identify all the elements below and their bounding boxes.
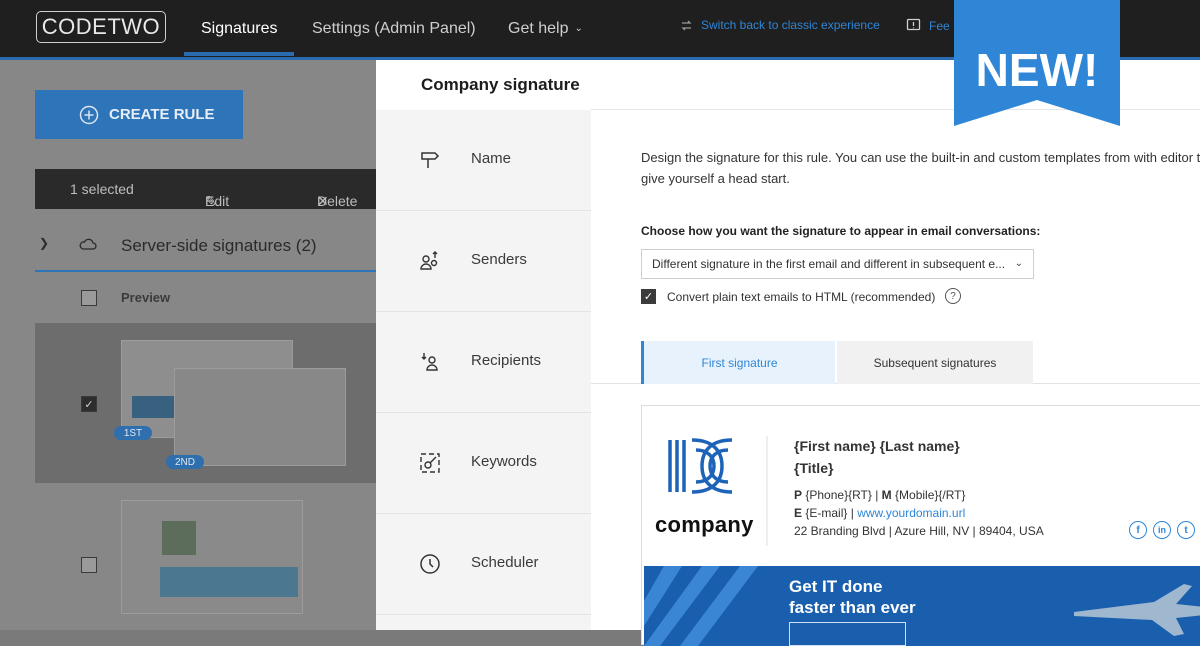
sidebar-item-label: Keywords xyxy=(471,453,537,470)
signature-settings: Design the signature for this rule. You … xyxy=(591,110,1200,646)
keywords-icon xyxy=(420,453,440,473)
switch-classic-link[interactable]: Switch back to classic experience xyxy=(680,18,880,32)
delete-label: Delete xyxy=(317,193,358,209)
chevron-down-icon[interactable]: ❯ xyxy=(39,236,49,250)
linkedin-icon[interactable]: in xyxy=(1153,521,1171,539)
sig-phone-line: P {Phone}{RT} | M {Mobile}{/RT} xyxy=(794,488,966,502)
banner-headline: Get IT done faster than ever xyxy=(789,576,916,618)
nav-settings[interactable]: Settings (Admin Panel) xyxy=(312,0,476,57)
rule-editor-panel: Company signature Name Senders Recipient… xyxy=(376,60,1200,646)
sig-title: {Title} xyxy=(794,460,834,476)
codetwo-logo[interactable]: CODETWO xyxy=(36,11,166,43)
sidebar-item-name[interactable]: Name xyxy=(376,110,591,211)
sidebar-item-label: Scheduler xyxy=(471,554,539,571)
cloud-icon xyxy=(79,238,97,250)
server-side-section-header[interactable]: ❯ Server-side signatures (2) xyxy=(35,228,376,272)
facebook-icon[interactable]: f xyxy=(1129,521,1147,539)
jet-image xyxy=(1074,584,1200,636)
nav-get-help-label: Get help xyxy=(508,19,569,37)
tab-first-signature[interactable]: First signature xyxy=(641,341,835,384)
create-rule-button[interactable]: CREATE RULE xyxy=(35,90,243,139)
phone-prefix: P xyxy=(794,488,803,502)
email-value: {E-mail} xyxy=(805,506,848,520)
banner-line-1: Get IT done xyxy=(789,577,883,596)
create-rule-label: CREATE RULE xyxy=(109,106,215,123)
plus-circle-icon xyxy=(79,105,99,124)
sidebar-item-senders[interactable]: Senders xyxy=(376,211,591,312)
convert-html-checkbox[interactable]: ✓ xyxy=(641,289,656,304)
panel-title: Company signature xyxy=(421,75,580,94)
banner-button[interactable] xyxy=(789,622,906,646)
conversation-mode-value: Different signature in the first email a… xyxy=(652,257,1006,271)
new-ribbon: NEW! xyxy=(954,0,1120,126)
banner-line-2: faster than ever xyxy=(789,598,916,617)
banner-stripes xyxy=(644,566,758,646)
signature-banner: Get IT done faster than ever xyxy=(644,566,1200,646)
rules-toolbar: 1 selected ✎ Edit ✕ Delete xyxy=(35,169,376,209)
senders-icon xyxy=(420,251,438,270)
nav-signatures[interactable]: Signatures xyxy=(201,0,278,57)
first-badge: 1ST xyxy=(114,426,152,440)
email-prefix: E xyxy=(794,506,803,520)
second-badge: 2ND xyxy=(166,455,204,469)
mobile-prefix: M xyxy=(881,488,892,502)
select-all-checkbox[interactable] xyxy=(81,290,97,306)
signpost-icon xyxy=(421,152,440,168)
phone-value: {Phone}{RT} xyxy=(805,488,872,502)
sidebar-item-label: Senders xyxy=(471,251,527,268)
feedback-icon xyxy=(906,18,921,31)
sidebar-item-keywords[interactable]: Keywords xyxy=(376,413,591,514)
new-ribbon-label: NEW! xyxy=(976,44,1099,96)
row-checkbox[interactable] xyxy=(81,557,97,573)
signature-thumbnail-sale xyxy=(121,500,303,614)
conversation-mode-select[interactable]: Different signature in the first email a… xyxy=(641,249,1034,279)
nav-active-underline xyxy=(184,52,294,56)
switch-icon xyxy=(681,20,692,30)
company-wordmark: company xyxy=(655,512,754,537)
tab-subsequent-signatures[interactable]: Subsequent signatures xyxy=(837,341,1033,384)
preview-divider xyxy=(766,436,768,546)
twitter-icon[interactable]: t xyxy=(1177,521,1195,539)
row-checkbox-checked[interactable]: ✓ xyxy=(81,396,97,412)
section-title: Server-side signatures (2) xyxy=(121,236,317,255)
chevron-down-icon: ⌄ xyxy=(574,23,583,34)
selected-count: 1 selected xyxy=(70,181,134,197)
mobile-value: {Mobile}{/RT} xyxy=(895,488,966,502)
sidebar-item-label: Recipients xyxy=(471,352,542,369)
recipients-icon xyxy=(421,353,438,371)
switch-classic-label: Switch back to classic experience xyxy=(701,18,880,32)
edit-label: Edit xyxy=(205,193,230,209)
feedback-link[interactable]: Fee xyxy=(906,18,950,33)
sig-name: {First name} {Last name} xyxy=(794,438,960,454)
nav-get-help[interactable]: Get help ⌄ xyxy=(508,0,583,57)
sidebar-item-scheduler[interactable]: Scheduler xyxy=(376,514,591,615)
convert-html-label: Convert plain text emails to HTML (recom… xyxy=(667,290,936,304)
website-link[interactable]: www.yourdomain.url xyxy=(857,506,965,520)
signature-preview: company {First name} {Last name} {Title}… xyxy=(641,405,1200,646)
signature-thumbnail-second xyxy=(174,368,346,466)
help-icon[interactable]: ? xyxy=(945,288,961,304)
conversation-mode-label: Choose how you want the signature to app… xyxy=(641,224,1041,238)
sig-email-line: E {E-mail} | www.yourdomain.url xyxy=(794,506,966,520)
sidebar-item-recipients[interactable]: Recipients xyxy=(376,312,591,413)
feedback-label: Fee xyxy=(929,18,950,33)
rule-steps-sidebar: Name Senders Recipients Keywords Schedul… xyxy=(376,110,591,630)
preview-column-header: Preview xyxy=(121,290,171,305)
description-text: Design the signature for this rule. You … xyxy=(641,150,1200,186)
clock-icon xyxy=(420,554,440,574)
company-logo-icon xyxy=(668,438,733,494)
sig-address: 22 Branding Blvd | Azure Hill, NV | 8940… xyxy=(794,524,1044,538)
chevron-down-icon: ⌄ xyxy=(1014,258,1023,269)
sidebar-item-label: Name xyxy=(471,150,512,167)
